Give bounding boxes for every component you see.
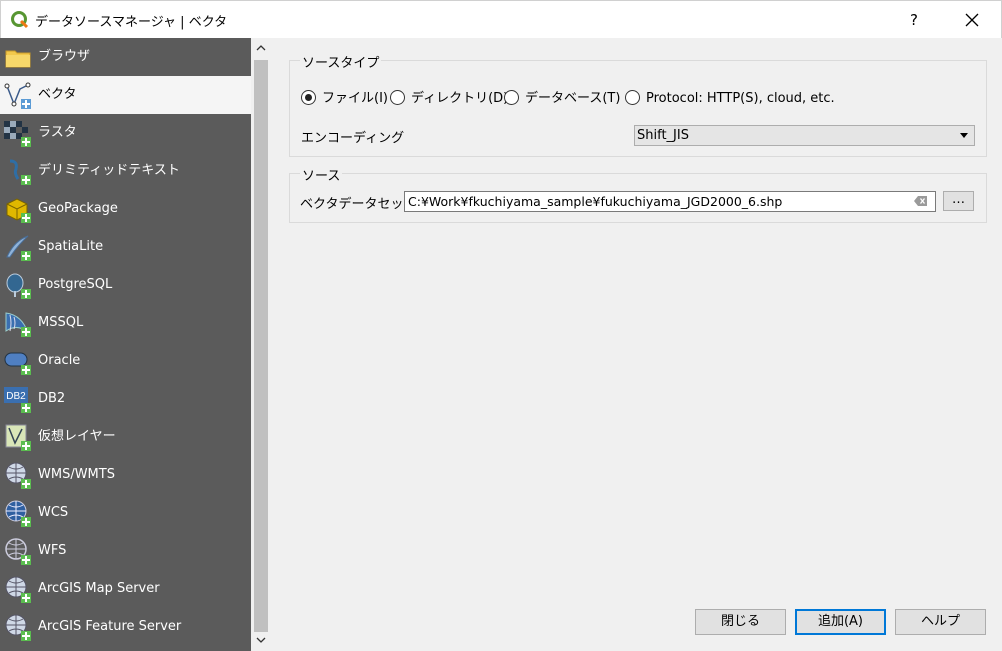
- sidebar-scrollbar[interactable]: [251, 38, 271, 651]
- delimited-text-icon: [9, 159, 31, 185]
- help-button[interactable]: ?: [899, 5, 929, 35]
- sidebar-item-geopackage[interactable]: GeoPackage: [0, 190, 251, 228]
- sidebar-item-spatialite[interactable]: SpatiaLite: [0, 228, 251, 266]
- sidebar-item-oracle[interactable]: Oracle: [0, 342, 251, 380]
- radio-indicator: [504, 90, 519, 105]
- geopackage-icon: [6, 198, 31, 223]
- source-type-title: ソースタイプ: [300, 52, 382, 71]
- radio-directory[interactable]: ディレクトリ(D): [390, 89, 508, 109]
- arcgis-feature-server-icon: [5, 614, 31, 641]
- wcs-icon: [5, 500, 31, 527]
- clear-icon[interactable]: [914, 195, 928, 207]
- encoding-label: エンコーディング: [301, 131, 405, 146]
- encoding-select[interactable]: Shift_JIS: [634, 125, 975, 146]
- radio-protocol[interactable]: Protocol: HTTP(S), cloud, etc.: [625, 89, 835, 109]
- sidebar-item-db2[interactable]: DB2 DB2: [0, 380, 251, 418]
- qgis-logo-icon: [11, 11, 29, 29]
- radio-indicator: [390, 90, 405, 105]
- sidebar-item-vector[interactable]: ベクタ: [0, 76, 251, 114]
- close-window-button[interactable]: [955, 5, 989, 35]
- chevron-down-icon[interactable]: [255, 634, 267, 646]
- radio-indicator: [301, 90, 316, 105]
- window-title: データソースマネージャ | ベクタ: [35, 15, 228, 30]
- db2-icon: DB2: [4, 387, 31, 413]
- svg-text:DB2: DB2: [6, 391, 26, 402]
- sidebar-item-virtual-layer[interactable]: 仮想レイヤー: [0, 418, 251, 456]
- dropdown-arrow-icon: [960, 133, 968, 138]
- vector-icon: [4, 82, 31, 109]
- source-title: ソース: [300, 165, 343, 184]
- encoding-value: Shift_JIS: [637, 128, 689, 143]
- radio-indicator: [625, 90, 640, 105]
- add-button[interactable]: 追加(A): [795, 609, 886, 635]
- help-dialog-button[interactable]: ヘルプ: [895, 609, 986, 635]
- radio-file[interactable]: ファイル(I): [301, 89, 388, 109]
- provider-sidebar: ブラウザ ベクタ ラスタ デリミティッドテキスト GeoPackage Spat…: [0, 38, 251, 651]
- sidebar-item-browser[interactable]: ブラウザ: [0, 38, 251, 76]
- title-bar: データソースマネージャ | ベクタ ?: [0, 0, 1002, 38]
- close-button[interactable]: 閉じる: [695, 609, 786, 635]
- wfs-icon: [5, 538, 31, 565]
- browse-button[interactable]: …: [943, 191, 974, 211]
- radio-database[interactable]: データベース(T): [504, 89, 620, 109]
- folder-icon: [5, 50, 31, 68]
- spatialite-icon: [6, 235, 31, 261]
- raster-icon: [4, 121, 31, 147]
- postgresql-icon: [6, 273, 31, 299]
- chevron-up-icon[interactable]: [255, 42, 267, 54]
- sidebar-item-arcgis-feature-server[interactable]: ArcGIS Feature Server: [0, 608, 251, 646]
- sidebar-item-wfs[interactable]: WFS: [0, 532, 251, 570]
- sidebar-item-wms-wmts[interactable]: WMS/WMTS: [0, 456, 251, 494]
- sidebar-item-wcs[interactable]: WCS: [0, 494, 251, 532]
- sidebar-item-delimited-text[interactable]: デリミティッドテキスト: [0, 152, 251, 190]
- oracle-icon: [4, 352, 31, 375]
- wms-icon: [5, 462, 31, 489]
- close-icon: [965, 13, 979, 26]
- arcgis-map-server-icon: [5, 576, 31, 603]
- virtual-layer-icon: [5, 424, 31, 451]
- vector-dataset-input[interactable]: C:¥Work¥fkuchiyama_sample¥fukuchiyama_JG…: [404, 191, 936, 212]
- sidebar-item-raster[interactable]: ラスタ: [0, 114, 251, 152]
- sidebar-item-postgresql[interactable]: PostgreSQL: [0, 266, 251, 304]
- sidebar-item-arcgis-map-server[interactable]: ArcGIS Map Server: [0, 570, 251, 608]
- scrollbar-thumb[interactable]: [254, 60, 268, 632]
- mssql-icon: [5, 312, 31, 337]
- sidebar-item-mssql[interactable]: MSSQL: [0, 304, 251, 342]
- vector-dataset-label: ベクタデータセット: [300, 197, 417, 212]
